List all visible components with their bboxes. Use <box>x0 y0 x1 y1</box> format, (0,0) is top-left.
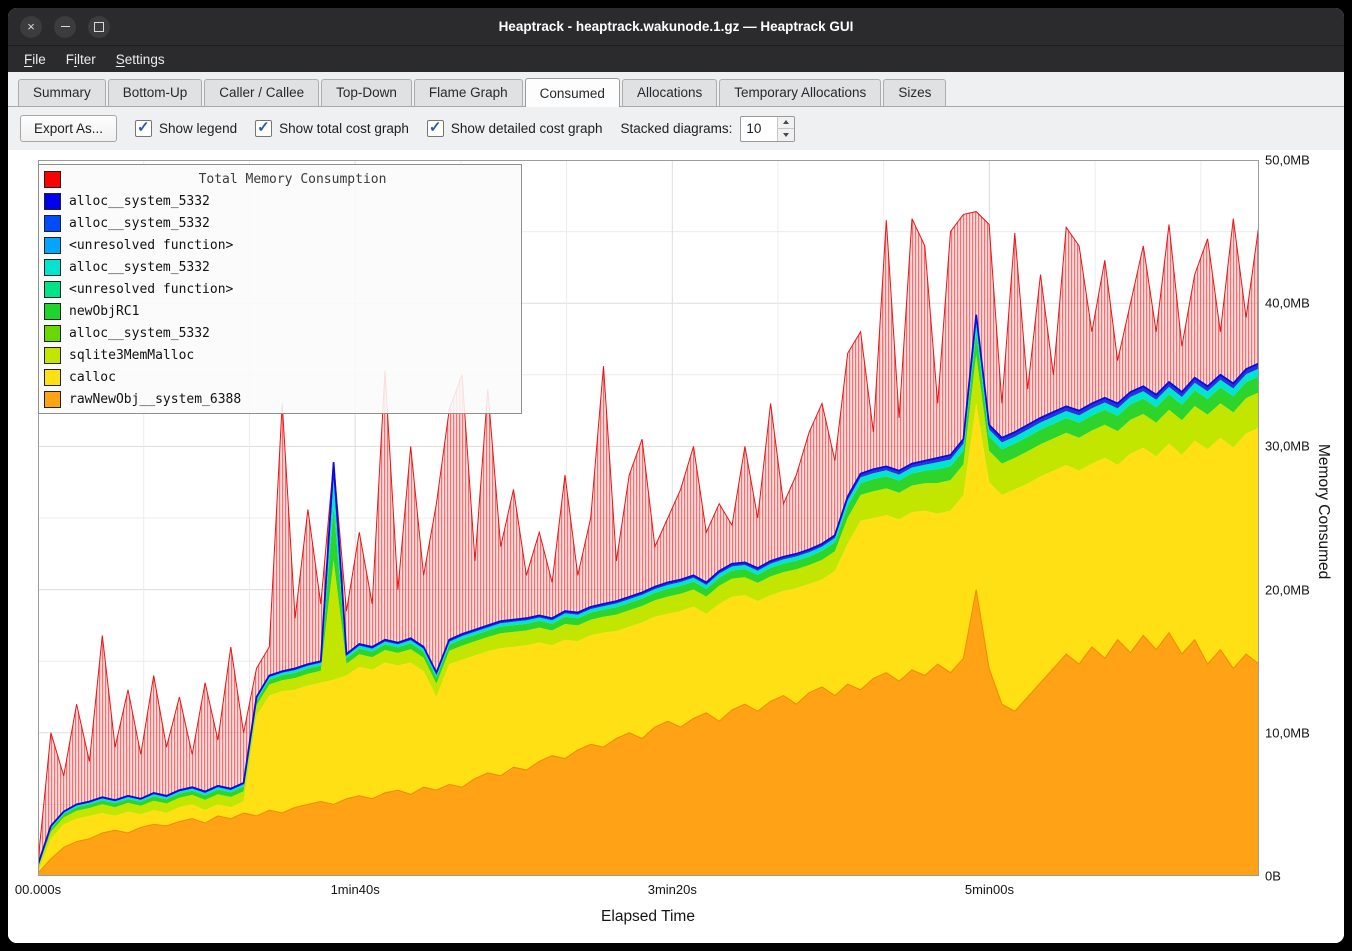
stacked-diagrams-group: Stacked diagrams: 10 <box>621 116 796 142</box>
y-tick-label: 50,0MB <box>1265 153 1310 168</box>
checkbox-show-total-cost-graph[interactable]: Show total cost graph <box>255 120 409 137</box>
checkbox-label: Show detailed cost graph <box>451 121 603 136</box>
x-axis-title: Elapsed Time <box>601 908 695 926</box>
y-axis-title: Memory Consumed <box>1314 444 1332 579</box>
legend-item: alloc__system_5332 <box>44 256 516 278</box>
export-as-button[interactable]: Export As... <box>20 115 117 142</box>
window-title: Heaptrack - heaptrack.wakunode.1.gz — He… <box>8 19 1344 34</box>
chart-legend: Total Memory Consumption alloc__system_53… <box>38 164 522 414</box>
graph-option-checkboxes: Show legend Show total cost graph Show det… <box>135 120 603 137</box>
tab-bar: SummaryBottom-UpCaller / CalleeTop-DownF… <box>8 72 1344 107</box>
tab-consumed[interactable]: Consumed <box>525 78 620 107</box>
titlebar[interactable]: × Heaptrack - heaptrack.wakunode.1.gz — … <box>8 8 1344 45</box>
y-tick-label: 0B <box>1265 869 1281 884</box>
x-tick-label: 1min40s <box>331 882 380 897</box>
legend-item: <unresolved function> <box>44 278 516 300</box>
legend-label: rawNewObj__system_6388 <box>69 392 241 407</box>
stacked-diagrams-label: Stacked diagrams: <box>621 121 733 136</box>
window-controls: × <box>8 16 110 38</box>
checkbox-show-legend[interactable]: Show legend <box>135 120 237 137</box>
legend-item: alloc__system_5332 <box>44 322 516 344</box>
maximize-button[interactable] <box>88 16 110 38</box>
legend-swatch <box>44 193 61 210</box>
legend-swatch <box>44 215 61 232</box>
tab-allocations[interactable]: Allocations <box>622 79 717 106</box>
legend-swatch <box>44 391 61 408</box>
tab-caller-callee[interactable]: Caller / Callee <box>204 79 319 106</box>
legend-item: sqlite3MemMalloc <box>44 344 516 366</box>
tab-top-down[interactable]: Top-Down <box>321 79 412 106</box>
close-button[interactable]: × <box>20 16 42 38</box>
tab-bottom-up[interactable]: Bottom-Up <box>108 79 203 106</box>
minimize-icon <box>61 26 70 27</box>
legend-title-row: Total Memory Consumption <box>44 168 516 190</box>
app-window: × Heaptrack - heaptrack.wakunode.1.gz — … <box>8 8 1344 943</box>
legend-swatch <box>44 171 61 188</box>
legend-item: alloc__system_5332 <box>44 212 516 234</box>
checkbox-label: Show legend <box>159 121 237 136</box>
tab-sizes[interactable]: Sizes <box>883 79 946 106</box>
y-tick-label: 40,0MB <box>1265 296 1310 311</box>
legend-item: <unresolved function> <box>44 234 516 256</box>
legend-label: <unresolved function> <box>69 282 233 297</box>
x-tick-label: 00.000s <box>15 882 61 897</box>
x-tick-label: 3min20s <box>648 882 697 897</box>
toolbar: Export As... Show legend Show total cost … <box>8 107 1344 150</box>
legend-label: Total Memory Consumption <box>69 172 516 187</box>
legend-item: calloc <box>44 366 516 388</box>
maximize-icon <box>94 22 104 32</box>
checkbox-icon[interactable] <box>135 120 152 137</box>
legend-item: newObjRC1 <box>44 300 516 322</box>
legend-label: sqlite3MemMalloc <box>69 348 194 363</box>
memory-consumption-chart[interactable]: Total Memory Consumption alloc__system_53… <box>8 150 1344 943</box>
checkbox-icon[interactable] <box>427 120 444 137</box>
legend-label: alloc__system_5332 <box>69 194 210 209</box>
checkbox-icon[interactable] <box>255 120 272 137</box>
menu-filter[interactable]: Filter <box>56 46 106 72</box>
stacked-diagrams-spinbox[interactable]: 10 <box>740 116 795 142</box>
x-tick-label: 5min00s <box>965 882 1014 897</box>
legend-swatch <box>44 325 61 342</box>
legend-label: alloc__system_5332 <box>69 326 210 341</box>
main-area: SummaryBottom-UpCaller / CalleeTop-DownF… <box>8 72 1344 943</box>
checkbox-show-detailed-cost-graph[interactable]: Show detailed cost graph <box>427 120 603 137</box>
legend-label: alloc__system_5332 <box>69 216 210 231</box>
menubar: FileFilterSettings <box>8 45 1344 72</box>
menu-file[interactable]: File <box>14 46 56 72</box>
close-icon: × <box>27 20 35 33</box>
legend-label: calloc <box>69 370 116 385</box>
minimize-button[interactable] <box>54 16 76 38</box>
legend-swatch <box>44 281 61 298</box>
stacked-diagrams-value[interactable]: 10 <box>741 117 777 141</box>
legend-item: rawNewObj__system_6388 <box>44 388 516 410</box>
tab-summary[interactable]: Summary <box>18 79 106 106</box>
legend-label: alloc__system_5332 <box>69 260 210 275</box>
y-tick-label: 30,0MB <box>1265 439 1310 454</box>
legend-label: <unresolved function> <box>69 238 233 253</box>
legend-swatch <box>44 259 61 276</box>
spin-up-button[interactable] <box>778 117 794 129</box>
legend-item: alloc__system_5332 <box>44 190 516 212</box>
legend-swatch <box>44 237 61 254</box>
spin-down-button[interactable] <box>778 128 794 141</box>
spin-up-icon <box>783 120 789 124</box>
tab-temporary-allocations[interactable]: Temporary Allocations <box>719 79 881 106</box>
legend-swatch <box>44 303 61 320</box>
y-tick-label: 10,0MB <box>1265 725 1310 740</box>
y-tick-label: 20,0MB <box>1265 582 1310 597</box>
menu-settings[interactable]: Settings <box>106 46 175 72</box>
legend-swatch <box>44 347 61 364</box>
spinbox-steppers <box>777 117 794 141</box>
legend-swatch <box>44 369 61 386</box>
spin-down-icon <box>783 133 789 137</box>
checkbox-label: Show total cost graph <box>279 121 409 136</box>
tab-flame-graph[interactable]: Flame Graph <box>414 79 523 106</box>
legend-label: newObjRC1 <box>69 304 139 319</box>
